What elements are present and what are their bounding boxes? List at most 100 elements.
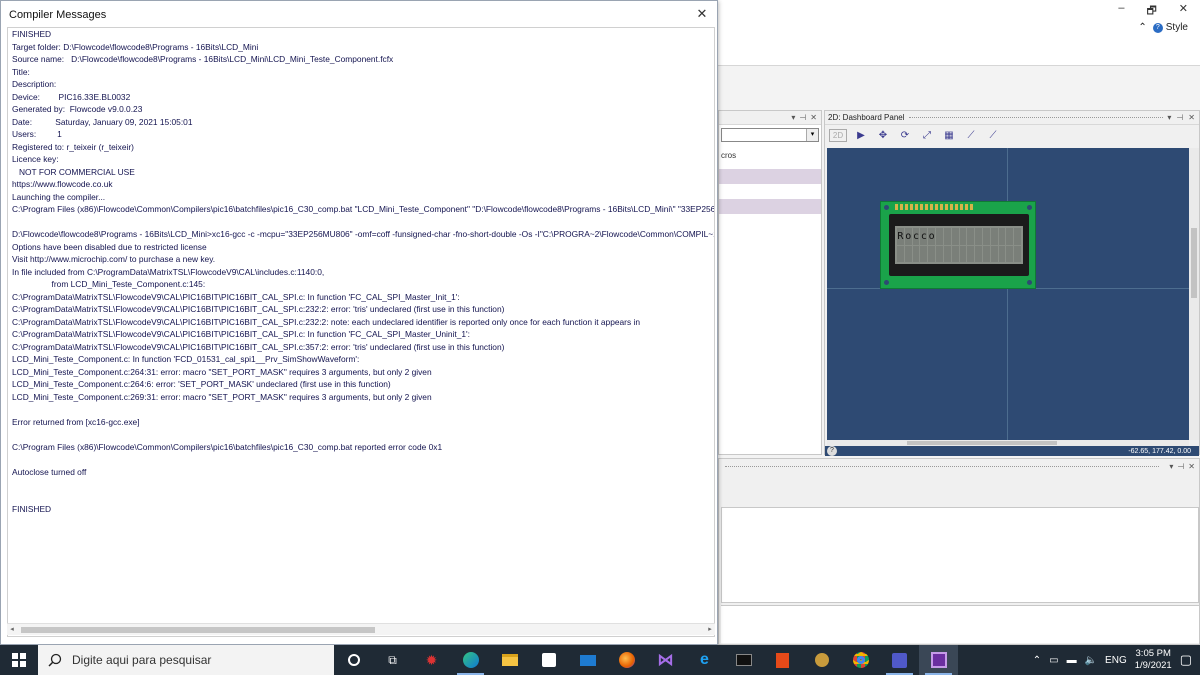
message-line: C:\Program Files (x86)\Flowcode\Common\C… <box>12 204 714 214</box>
list-item[interactable] <box>719 199 821 214</box>
dashboard-canvas[interactable]: Rocco <box>827 148 1189 440</box>
start-button[interactable] <box>0 645 38 675</box>
list-item[interactable] <box>719 169 821 184</box>
panel-menu-icon[interactable]: ▾ <box>1167 113 1171 122</box>
firefox-icon[interactable] <box>607 645 646 675</box>
visual-studio-icon[interactable]: ⋈ <box>646 645 685 675</box>
lcd-component[interactable]: Rocco <box>880 201 1036 289</box>
lcd-char-cell <box>951 245 959 262</box>
lcd-char-cell <box>982 228 990 245</box>
scroll-thumb[interactable] <box>1191 228 1197 298</box>
message-line: C:\ProgramData\MatrixTSL\FlowcodeV9\CAL\… <box>12 341 505 352</box>
teams-icon[interactable] <box>880 645 919 675</box>
message-line: Licence key: <box>12 154 59 164</box>
search-icon <box>48 653 62 667</box>
panel-close-icon[interactable]: ✕ <box>1188 113 1195 122</box>
pointer-icon[interactable]: ▶ <box>853 127 869 143</box>
output-area-lower[interactable] <box>721 605 1199 643</box>
collapse-ribbon-icon[interactable]: ⌃ <box>1138 22 1146 33</box>
macro-select[interactable]: ▾ <box>721 128 819 142</box>
lcd-char-cell <box>936 228 943 245</box>
brush-icon[interactable]: ⟋ <box>985 127 1001 143</box>
lcd-char-cell <box>928 245 936 262</box>
chevron-down-icon[interactable]: ▾ <box>806 129 818 141</box>
message-line: Device: PIC16.33E.BL0032 <box>12 91 131 102</box>
tray-overflow-icon[interactable]: ⌃ <box>1033 655 1041 666</box>
store-icon[interactable] <box>529 645 568 675</box>
macros-panel: ▾ ⊣ ✕ ▾ cros <box>718 110 822 455</box>
help-icon: ? <box>1152 22 1163 33</box>
clock[interactable]: 3:05 PM 1/9/2021 <box>1135 648 1172 672</box>
grid-icon[interactable]: ▦ <box>941 127 957 143</box>
close-button[interactable]: ✕ <box>1179 2 1188 21</box>
lcd-char-cell <box>943 228 951 245</box>
mount-hole <box>884 205 889 210</box>
lcd-screen: Rocco <box>895 226 1023 264</box>
2d-view-button[interactable]: 2D <box>829 128 847 142</box>
wand-icon[interactable]: ⟋ <box>963 127 979 143</box>
internet-explorer-icon[interactable]: e <box>685 645 724 675</box>
scroll-thumb[interactable] <box>21 627 375 633</box>
dashboard-panel-controls: ▾ ⊣ ✕ <box>1167 113 1199 122</box>
panel-pin-icon[interactable]: ⊣ <box>1176 113 1183 122</box>
dashboard-vscrollbar[interactable] <box>1189 148 1199 440</box>
flowcode-icon[interactable] <box>919 645 958 675</box>
chrome-icon[interactable] <box>841 645 880 675</box>
network-icon[interactable]: ▭ <box>1049 655 1058 666</box>
notifications-icon[interactable]: ▢ <box>1180 652 1192 668</box>
zoom-fit-icon[interactable]: ⤢ <box>919 127 935 143</box>
message-line <box>8 403 714 416</box>
minimize-button[interactable]: – <box>1118 2 1124 21</box>
pan-icon[interactable]: ✥ <box>875 127 891 143</box>
style-label: Style <box>1165 22 1188 33</box>
battery-icon[interactable]: ▬ <box>1067 655 1077 666</box>
panel-pin-icon[interactable]: ⊣ <box>1177 462 1184 471</box>
language-indicator[interactable]: ENG <box>1105 655 1127 666</box>
panel-menu-icon[interactable]: ▾ <box>791 113 795 122</box>
lcd-char-cell: o <box>904 228 912 245</box>
help-icon[interactable]: ? <box>827 446 837 456</box>
message-line: Source name: D:\Flowcode\flowcode8\Progr… <box>12 54 394 64</box>
message-line: C:\ProgramData\MatrixTSL\FlowcodeV9\CAL\… <box>12 316 640 327</box>
rotate-icon[interactable]: ⟳ <box>897 127 913 143</box>
message-line: Users: 1 <box>12 129 62 139</box>
lcd-char-cell <box>990 245 998 262</box>
lcd-char-cell <box>951 228 959 245</box>
scroll-right-icon[interactable]: ▸ <box>705 624 715 636</box>
mail-icon[interactable] <box>568 645 607 675</box>
panel-close-icon[interactable]: ✕ <box>1188 462 1195 471</box>
scroll-left-icon[interactable]: ◂ <box>7 624 17 636</box>
bug-app-icon[interactable]: ✹ <box>412 645 451 675</box>
panel-close-icon[interactable]: ✕ <box>810 113 817 122</box>
panel-menu-icon[interactable]: ▾ <box>1169 462 1173 471</box>
message-line: Description: <box>12 79 57 89</box>
volume-icon[interactable]: 🔈 <box>1085 655 1097 666</box>
y-axis-line <box>1007 148 1008 440</box>
compiler-output[interactable]: FINISHED Target folder: D:\Flowcode\flowc… <box>7 27 715 637</box>
message-line: D:\Flowcode\flowcode8\Programs - 16Bits\… <box>12 229 714 239</box>
task-view-icon[interactable]: ⧉ <box>373 645 412 675</box>
lcd-char-cell <box>975 245 982 262</box>
message-line: https://www.flowcode.co.uk <box>12 179 113 189</box>
cortana-icon[interactable] <box>334 645 373 675</box>
lcd-char-cell <box>936 245 943 262</box>
office-icon[interactable] <box>763 645 802 675</box>
lcd-char-cell <box>1006 228 1014 245</box>
media-app-icon[interactable] <box>802 645 841 675</box>
terminal-icon[interactable] <box>724 645 763 675</box>
lcd-char-cell <box>975 228 982 245</box>
edge-icon[interactable] <box>451 645 490 675</box>
taskbar-search[interactable]: Digite aqui para pesquisar <box>38 645 334 675</box>
restore-button[interactable]: 🗗 <box>1146 2 1156 21</box>
scroll-thumb[interactable] <box>907 441 1057 445</box>
close-icon[interactable]: ✕ <box>695 7 709 21</box>
dialog-hscrollbar[interactable]: ◂ ▸ <box>7 623 715 635</box>
style-button[interactable]: ? Style <box>1152 22 1188 33</box>
mount-hole <box>1027 205 1032 210</box>
file-explorer-icon[interactable] <box>490 645 529 675</box>
message-line: C:\ProgramData\MatrixTSL\FlowcodeV9\CAL\… <box>12 329 470 339</box>
lcd-char-cell <box>990 228 998 245</box>
output-area[interactable] <box>721 507 1199 603</box>
panel-pin-icon[interactable]: ⊣ <box>799 113 806 122</box>
message-line: FINISHED <box>12 29 52 39</box>
